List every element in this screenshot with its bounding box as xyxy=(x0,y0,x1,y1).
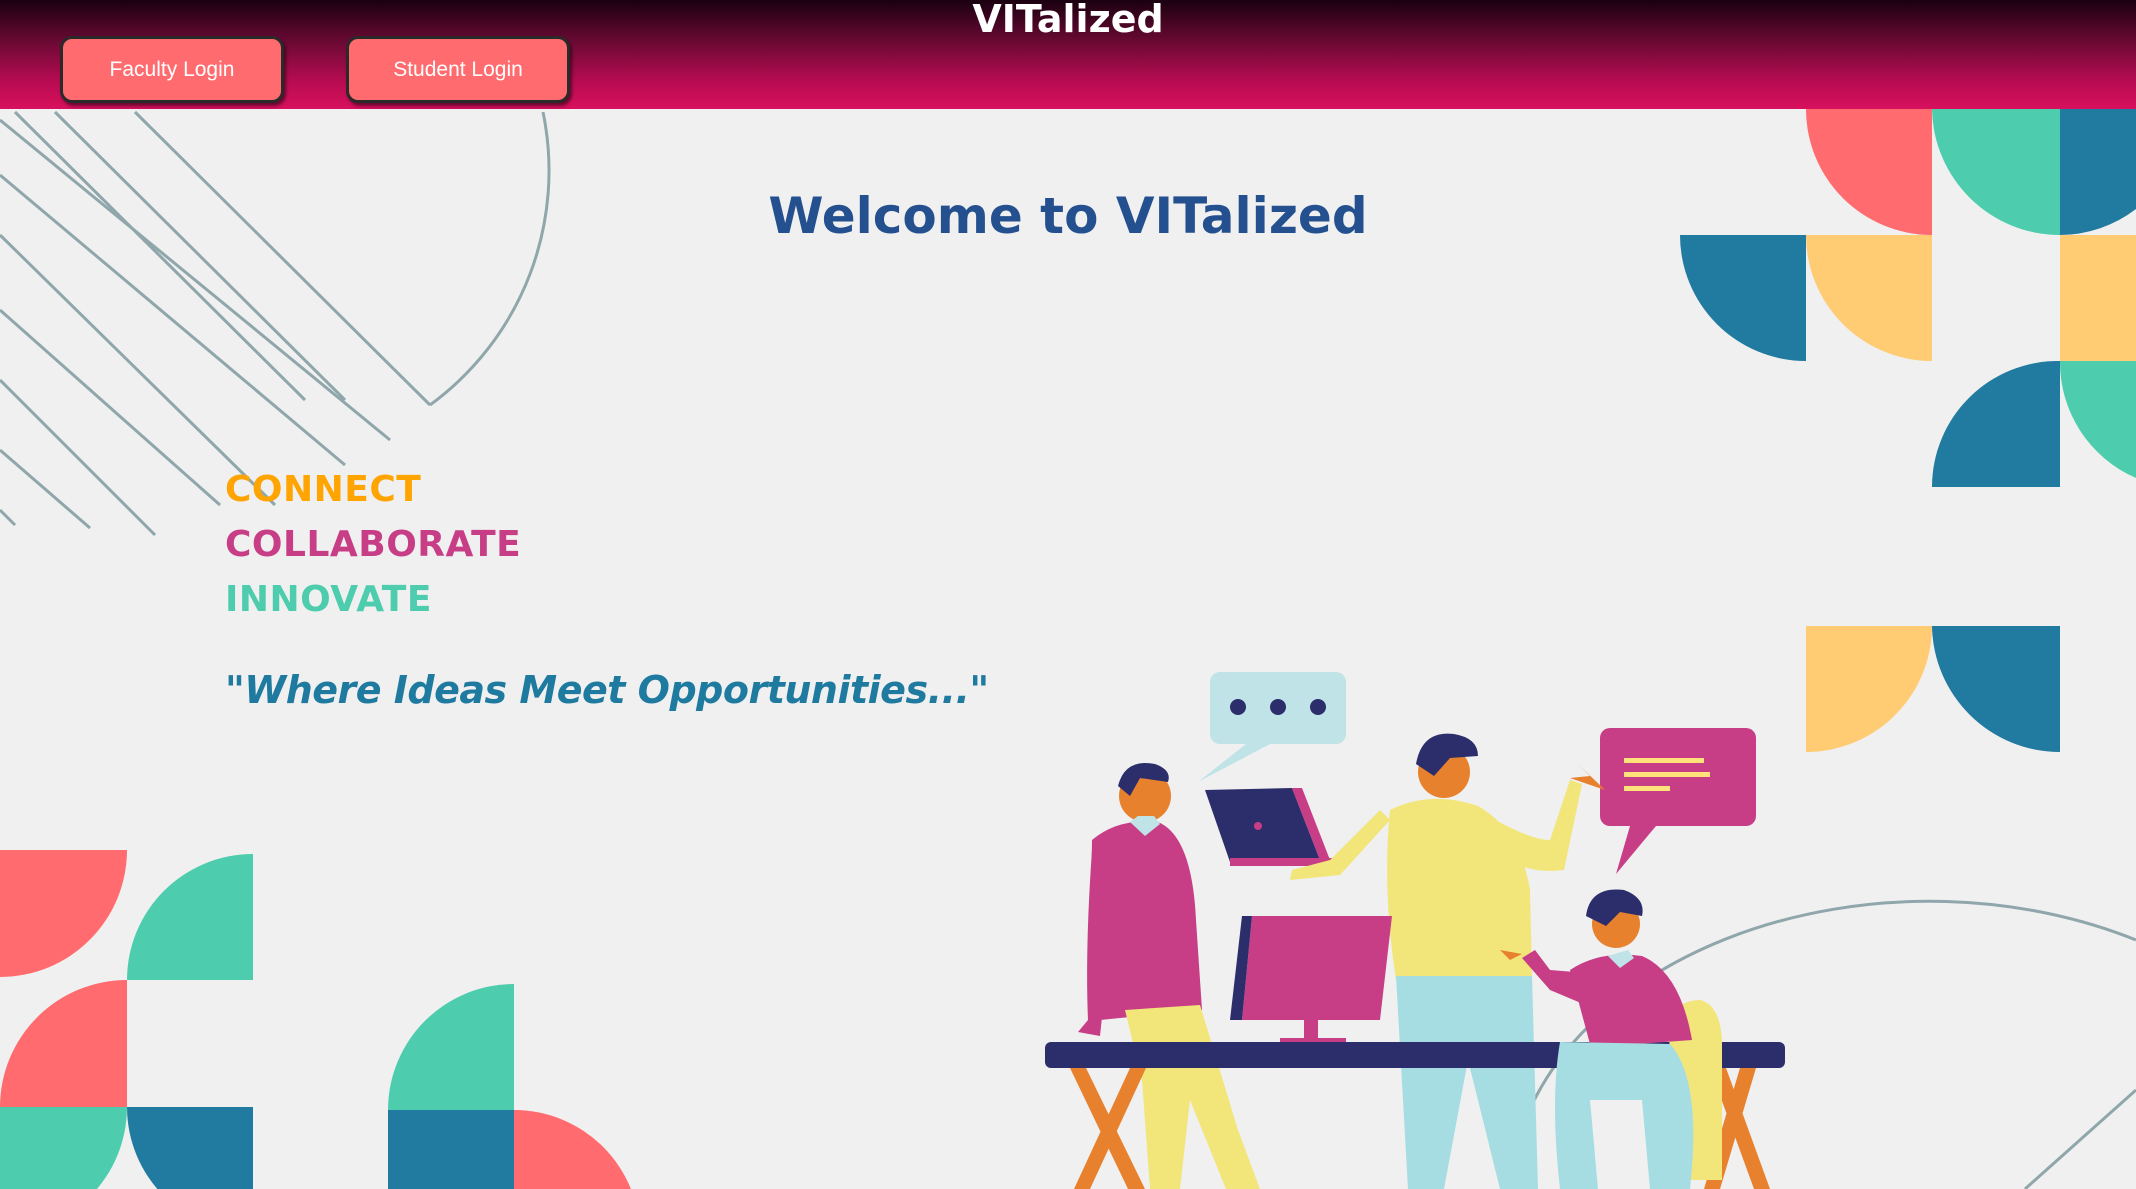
top-right-shapes xyxy=(1680,109,2136,487)
chat-bubble-dots-icon xyxy=(1198,672,1346,782)
tagline-innovate: INNOVATE xyxy=(225,579,432,620)
student-login-button[interactable]: Student Login xyxy=(346,36,570,103)
welcome-heading: Welcome to VITalized xyxy=(768,187,1368,245)
top-header: VITalized Faculty Login Student Login xyxy=(0,0,2136,109)
tagline-connect: CONNECT xyxy=(225,469,422,510)
landing-page: VITalized Faculty Login Student Login We… xyxy=(0,0,2136,1189)
brand-title: VITalized xyxy=(972,0,1164,41)
bottom-left-shapes xyxy=(0,850,631,1189)
team-collaboration-illustration xyxy=(1045,672,1785,1189)
faculty-login-button[interactable]: Faculty Login xyxy=(60,36,284,103)
monitor-icon xyxy=(1230,916,1392,1046)
laptop-icon xyxy=(1205,788,1340,866)
mid-right-shapes xyxy=(1806,626,2060,752)
tagline-collaborate: COLLABORATE xyxy=(225,524,522,565)
chat-bubble-text-icon xyxy=(1600,728,1756,874)
tagline-quote: "Where Ideas Meet Opportunities..." xyxy=(225,668,989,712)
